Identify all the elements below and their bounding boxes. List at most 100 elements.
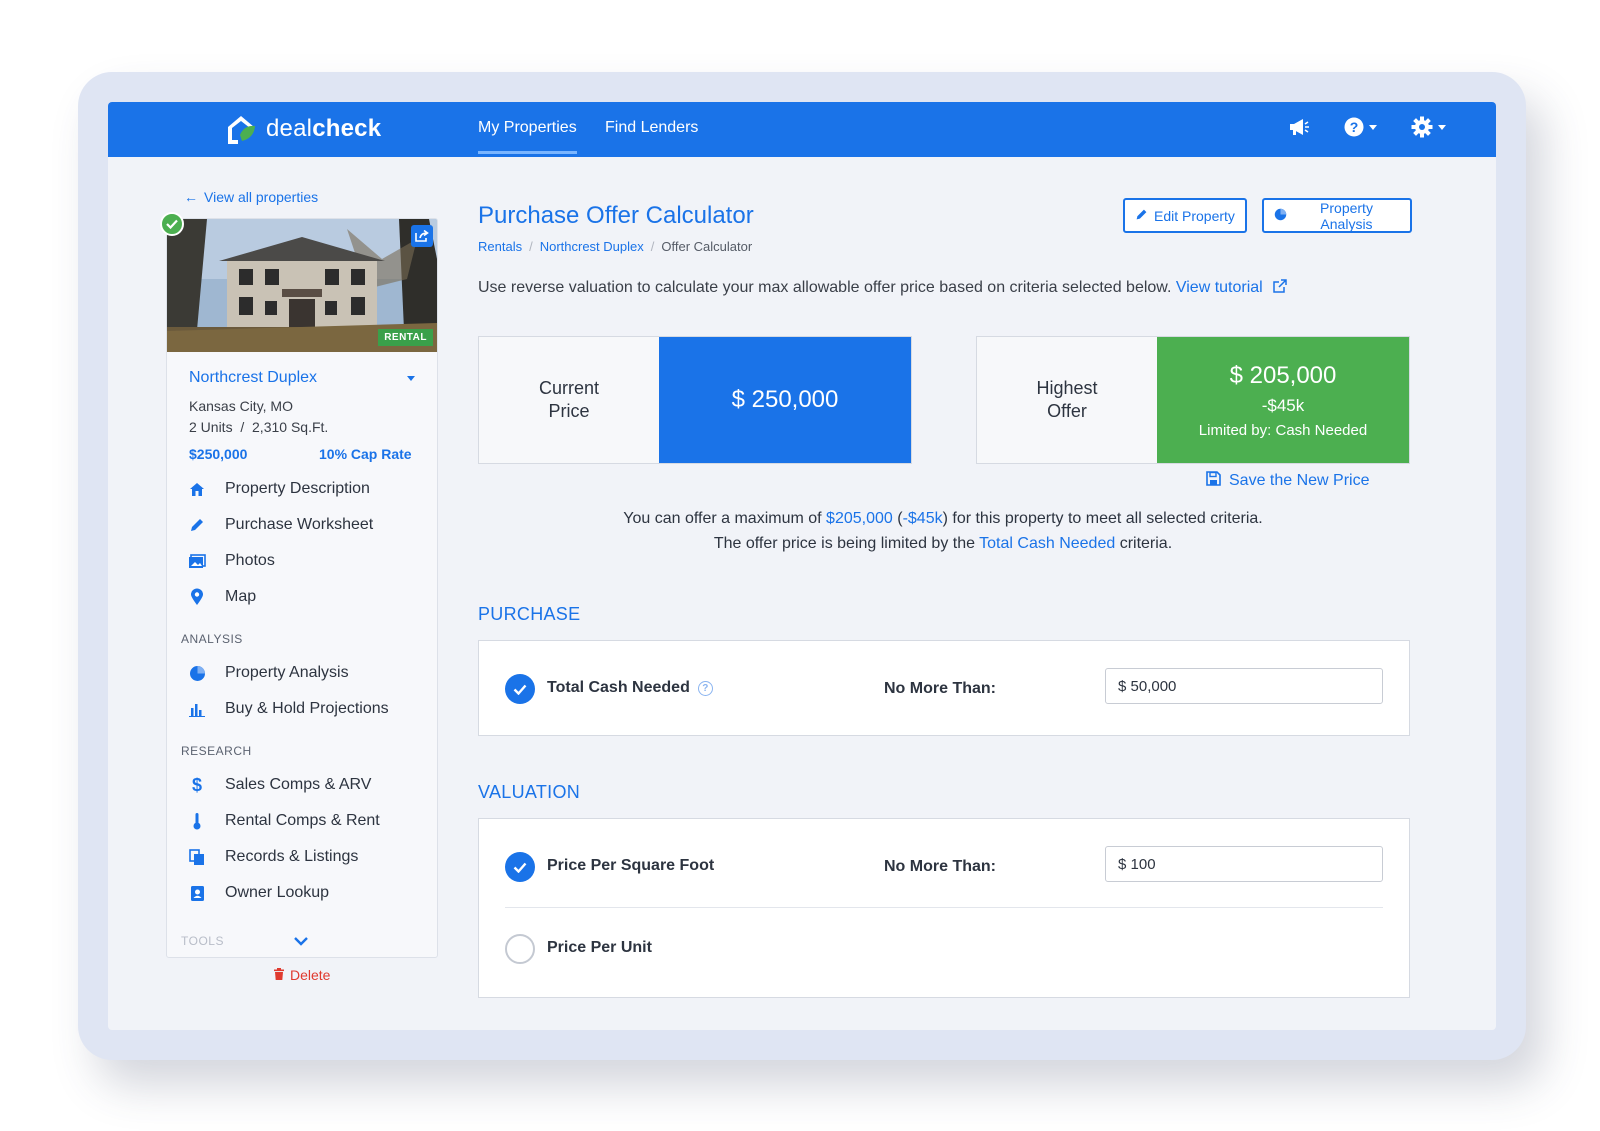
sidebar-item-owner-lookup[interactable]: Owner Lookup xyxy=(187,875,380,911)
dealcheck-logo[interactable]: dealcheck xyxy=(224,112,381,146)
chevron-down-icon[interactable] xyxy=(407,376,415,381)
check-circle-icon xyxy=(160,212,184,236)
valuation-section-title: VALUATION xyxy=(478,782,581,802)
page-title: Purchase Offer Calculator xyxy=(478,202,754,229)
sidebar-item-label: Purchase Worksheet xyxy=(225,516,374,533)
summary-text: The offer price is being limited by the xyxy=(713,535,980,552)
analysis-menu: Property Analysis Buy & Hold Projections xyxy=(187,655,389,727)
delete-property-link[interactable]: Delete xyxy=(274,967,330,983)
tools-section-label: TOOLS xyxy=(181,934,224,948)
check-icon xyxy=(513,684,527,695)
view-all-properties-link[interactable]: ← View all properties xyxy=(184,189,318,205)
current-price-label: Current Price xyxy=(479,337,659,463)
summary-limit-link[interactable]: Total Cash Needed xyxy=(979,535,1115,552)
contact-book-icon xyxy=(187,885,207,902)
property-cap-rate: 10% Cap Rate xyxy=(319,446,412,462)
highest-offer-difference: -$45k xyxy=(1261,395,1305,415)
summary-text: criteria. xyxy=(1115,535,1173,552)
criteria-checkbox-total-cash[interactable] xyxy=(505,674,535,704)
criteria-constraint-label: No More Than: xyxy=(884,680,996,697)
summary-diff[interactable]: -$45k xyxy=(903,510,943,527)
sidebar-item-rental-comps[interactable]: Rental Comps & Rent xyxy=(187,803,380,839)
logo-text-bold: check xyxy=(312,115,382,142)
chevron-down-icon xyxy=(1369,124,1377,130)
sidebar-item-label: Records & Listings xyxy=(225,848,359,865)
rental-badge: RENTAL xyxy=(378,329,433,346)
intro-text: Use reverse valuation to calculate your … xyxy=(478,279,1287,297)
summary-max-amount[interactable]: $205,000 xyxy=(826,510,893,527)
breadcrumb-current: Offer Calculator xyxy=(661,239,753,254)
help-circle-icon: ? xyxy=(1344,117,1364,137)
dollar-icon: $ xyxy=(191,774,202,795)
nav-my-properties[interactable]: My Properties xyxy=(478,119,577,154)
logo-house-icon xyxy=(228,116,255,144)
research-menu: $ Sales Comps & ARV Rental Comps & Rent … xyxy=(187,767,380,911)
app-screen: dealcheck My Properties Find Lenders ? ←… xyxy=(108,102,1496,1030)
edit-property-button[interactable]: Edit Property xyxy=(1123,198,1247,233)
property-photo[interactable]: RENTAL xyxy=(167,219,437,352)
check-icon xyxy=(513,862,527,873)
chevron-down-icon[interactable] xyxy=(293,933,309,951)
external-link-icon xyxy=(1273,279,1287,293)
criteria-row-price-per-unit: Price Per Unit xyxy=(479,909,1409,993)
home-icon xyxy=(187,481,207,497)
gear-icon xyxy=(1411,116,1433,138)
help-menu[interactable]: ? xyxy=(1344,117,1377,137)
sidebar-item-label: Rental Comps & Rent xyxy=(225,812,380,829)
sidebar-item-property-description[interactable]: Property Description xyxy=(187,471,373,507)
pencil-icon xyxy=(187,517,207,533)
sidebar-item-label: Photos xyxy=(225,552,275,569)
sidebar-item-map[interactable]: Map xyxy=(187,579,373,615)
property-card: RENTAL Northcrest Duplex Kansas City, MO… xyxy=(166,218,438,958)
criteria-checkbox-price-per-unit[interactable] xyxy=(505,934,535,964)
current-price-label-line2: Price xyxy=(548,401,590,421)
sidebar-item-records-listings[interactable]: Records & Listings xyxy=(187,839,380,875)
current-price-label-line1: Current xyxy=(538,377,600,398)
current-price-value: $ 250,000 xyxy=(731,386,839,413)
criteria-row-total-cash-needed: Total Cash Needed ? No More Than: $ 50,0… xyxy=(479,647,1409,731)
sidebar-item-purchase-worksheet[interactable]: Purchase Worksheet xyxy=(187,507,373,543)
settings-menu[interactable] xyxy=(1411,116,1446,138)
purchase-section-title: PURCHASE xyxy=(478,604,581,624)
sidebar-item-photos[interactable]: Photos xyxy=(187,543,373,579)
property-analysis-button[interactable]: Property Analysis xyxy=(1262,198,1412,233)
megaphone-icon[interactable] xyxy=(1288,117,1310,137)
intro-description: Use reverse valuation to calculate your … xyxy=(478,279,1172,296)
purchase-criteria-panel: Total Cash Needed ? No More Than: $ 50,0… xyxy=(478,640,1410,736)
back-link-label: View all properties xyxy=(204,189,319,205)
criteria-checkbox-price-per-sqft[interactable] xyxy=(505,852,535,882)
breadcrumb-property[interactable]: Northcrest Duplex xyxy=(540,239,644,254)
share-icon[interactable] xyxy=(411,225,433,247)
current-price-box: Current Price $ 250,000 xyxy=(478,336,912,464)
sidebar-item-label: Property Analysis xyxy=(225,664,349,681)
summary-text: ( xyxy=(892,510,903,527)
view-tutorial-label: View tutorial xyxy=(1175,279,1263,296)
svg-text:?: ? xyxy=(1350,119,1359,135)
highest-offer-value: $ 205,000 xyxy=(1229,361,1337,389)
question-circle-icon[interactable]: ? xyxy=(697,680,713,696)
highest-offer-limit: Limited by: Cash Needed xyxy=(1198,421,1368,439)
edit-property-label: Edit Property xyxy=(1154,207,1235,224)
breadcrumb-rentals[interactable]: Rentals xyxy=(478,239,522,254)
property-name[interactable]: Northcrest Duplex xyxy=(189,369,317,387)
nav-find-lenders[interactable]: Find Lenders xyxy=(605,119,698,137)
pie-chart-icon xyxy=(1274,208,1287,224)
sidebar-item-property-analysis[interactable]: Property Analysis xyxy=(187,655,389,691)
trash-icon xyxy=(274,967,284,983)
total-cash-max-input[interactable]: $ 50,000 xyxy=(1105,668,1383,704)
valuation-criteria-panel: Price Per Square Foot No More Than: $ 10… xyxy=(478,818,1410,998)
sidebar-item-label: Owner Lookup xyxy=(225,884,330,901)
price-per-sqft-max-input[interactable]: $ 100 xyxy=(1105,846,1383,882)
property-analysis-label: Property Analysis xyxy=(1320,199,1373,232)
sidebar-item-label: Buy & Hold Projections xyxy=(225,700,389,717)
sidebar-item-buy-hold-projections[interactable]: Buy & Hold Projections xyxy=(187,691,389,727)
breadcrumb-separator: / xyxy=(529,239,533,254)
delete-label: Delete xyxy=(290,967,331,983)
breadcrumb: Rentals / Northcrest Duplex / Offer Calc… xyxy=(478,239,752,254)
sidebar-item-sales-comps[interactable]: $ Sales Comps & ARV xyxy=(187,767,380,803)
criteria-row-price-per-sqft: Price Per Square Foot No More Than: $ 10… xyxy=(479,825,1409,909)
logo-text-light: deal xyxy=(266,115,313,142)
save-new-price-button[interactable]: Save the New Price xyxy=(1206,471,1370,491)
sidebar-item-label: Sales Comps & ARV xyxy=(225,776,372,793)
view-tutorial-link[interactable]: View tutorial xyxy=(1176,279,1287,296)
